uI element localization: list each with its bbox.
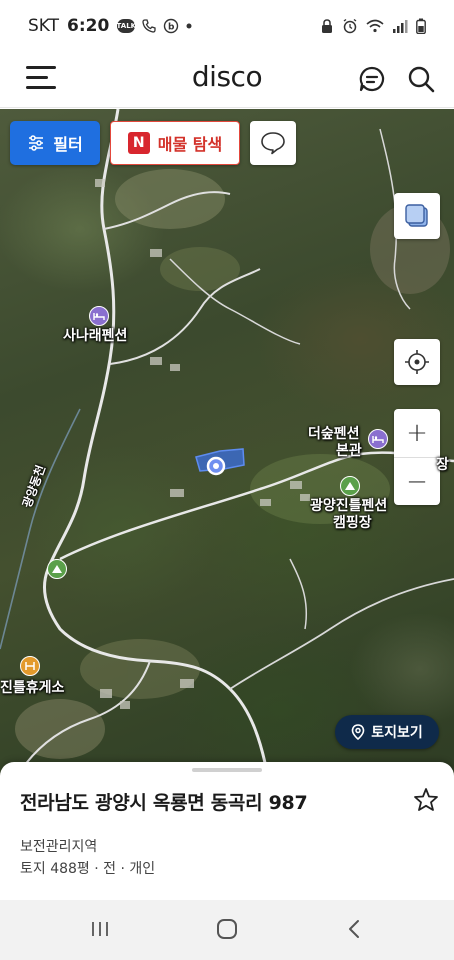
system-nav-bar bbox=[0, 900, 454, 960]
map-layer-button[interactable] bbox=[394, 193, 440, 239]
call-icon bbox=[141, 18, 157, 34]
app-header: disco bbox=[0, 52, 454, 108]
back-icon[interactable] bbox=[334, 914, 374, 944]
crosshair-icon bbox=[405, 350, 429, 374]
map-label-rest-area[interactable]: 진틀휴게소 bbox=[0, 677, 64, 697]
map-roads bbox=[0, 109, 454, 789]
property-explore-label: 매물 탐색 bbox=[157, 135, 223, 154]
lock-icon bbox=[320, 18, 334, 34]
wifi-icon bbox=[366, 19, 384, 33]
map-label-deosup-main[interactable]: 본관 bbox=[336, 440, 362, 460]
notification-icons: TALK b bbox=[117, 18, 193, 34]
status-left: SKT 6:20 bbox=[28, 16, 109, 36]
system-icons bbox=[320, 18, 426, 34]
map-label-sanarae-pension[interactable]: 사나래펜션 bbox=[63, 325, 127, 345]
zoom-out-button[interactable]: − bbox=[394, 458, 440, 506]
clock: 6:20 bbox=[67, 16, 110, 36]
hotel-icon[interactable] bbox=[89, 306, 109, 326]
map-label-gwangyang-campsite[interactable]: 캠핑장 bbox=[333, 512, 372, 532]
parcel-bottom-sheet[interactable]: 전라남도 광양시 옥룡면 동곡리 987 보전관리지역 토지 488평 · 전 … bbox=[0, 762, 454, 902]
signal-icon bbox=[392, 19, 408, 33]
land-view-button[interactable]: 토지보기 bbox=[335, 715, 439, 749]
zoom-control: + − bbox=[394, 409, 440, 505]
current-location-button[interactable] bbox=[394, 339, 440, 385]
campsite-icon[interactable] bbox=[47, 559, 67, 579]
svg-text:b: b bbox=[168, 23, 175, 33]
parcel-info: 토지 488평 · 전 · 개인 bbox=[20, 861, 156, 877]
favorite-star-icon[interactable] bbox=[412, 786, 440, 814]
sheet-drag-handle[interactable] bbox=[192, 768, 262, 772]
zoning-type: 보전관리지역 bbox=[20, 839, 98, 855]
menu-icon[interactable] bbox=[26, 62, 60, 94]
battery-icon bbox=[416, 18, 426, 34]
property-explore-button[interactable]: N 매물 탐색 bbox=[110, 121, 240, 165]
campsite-icon[interactable] bbox=[340, 476, 360, 496]
filter-label: 필터 bbox=[53, 135, 83, 154]
map-label-edge: 장 bbox=[436, 457, 449, 473]
filter-icon bbox=[29, 135, 44, 151]
chat-search-icon[interactable] bbox=[357, 64, 387, 94]
map-view[interactable]: 필터 N 매물 탐색 + − 사나래펜션 더숲펜션 본관 장 광양진틀펜션 캠핑… bbox=[0, 109, 454, 789]
alarm-icon bbox=[342, 18, 358, 34]
layers-icon bbox=[405, 204, 428, 227]
zoom-in-button[interactable]: + bbox=[394, 409, 440, 457]
filter-button[interactable]: 필터 bbox=[10, 121, 100, 165]
recent-apps-icon[interactable] bbox=[80, 914, 120, 944]
dot-icon bbox=[185, 22, 193, 30]
talk-icon: TALK bbox=[117, 19, 136, 33]
b-app-icon: b bbox=[163, 18, 179, 34]
naver-badge: N bbox=[127, 132, 150, 154]
hotel-icon[interactable] bbox=[368, 429, 388, 449]
land-view-label: 토지보기 bbox=[371, 725, 423, 741]
rest-area-icon[interactable] bbox=[20, 656, 40, 676]
speech-bubble-icon bbox=[261, 132, 285, 155]
home-icon[interactable] bbox=[207, 914, 247, 944]
search-icon[interactable] bbox=[406, 64, 436, 94]
carrier-label: SKT bbox=[28, 16, 60, 36]
comment-button[interactable] bbox=[250, 121, 296, 165]
location-pin-icon bbox=[351, 724, 365, 740]
status-bar: SKT 6:20 TALK b bbox=[0, 0, 454, 52]
parcel-address: 전라남도 광양시 옥룡면 동곡리 987 bbox=[20, 792, 308, 814]
